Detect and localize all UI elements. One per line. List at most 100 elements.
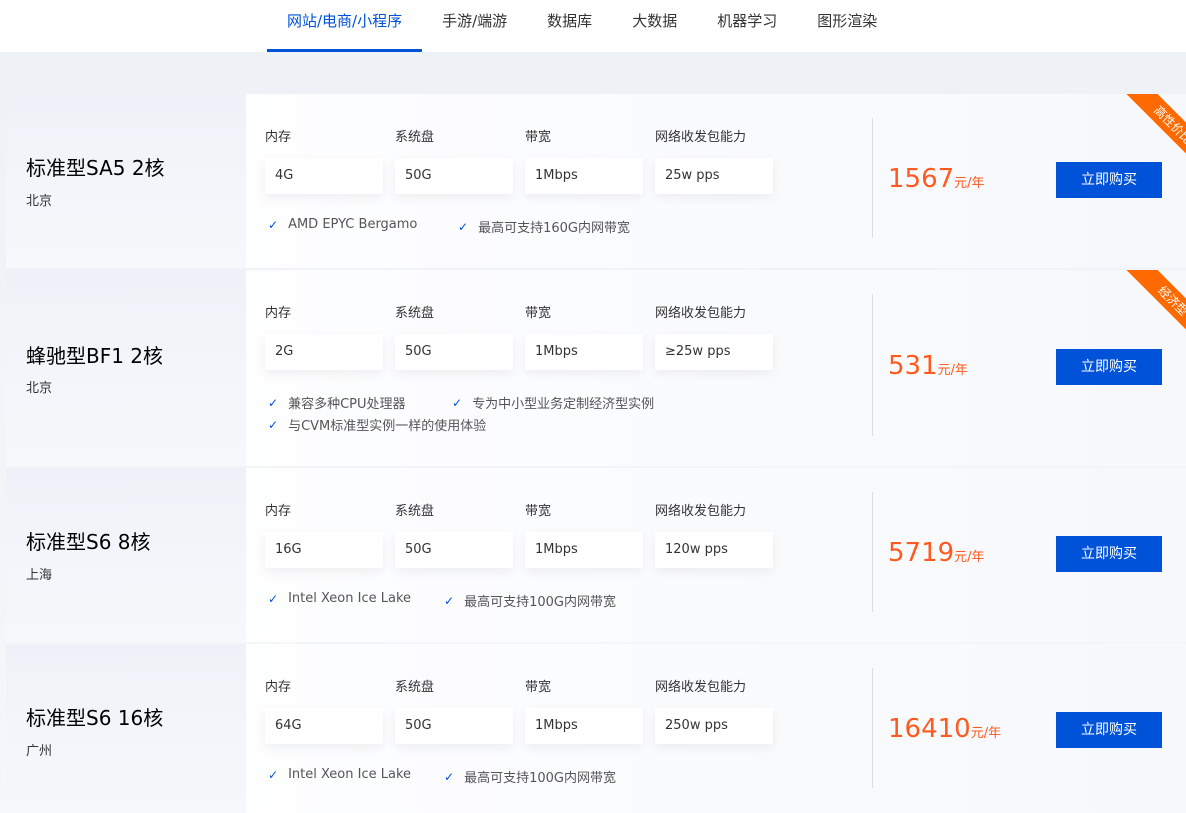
price-value: 16410	[888, 714, 971, 744]
tag-label: 高性价比	[1126, 94, 1186, 168]
check-icon: ✓	[444, 593, 455, 608]
feature-item: ✓ 最高可支持100G内网带宽	[444, 767, 616, 787]
feature-text: Intel Xeon Ice Lake	[288, 767, 412, 782]
price: 16410元/年	[888, 714, 1001, 744]
product-card: 标准型S6 16核 广州 内存 系统盘 带宽 网络收发包能力 64G 50G 1…	[6, 644, 1186, 813]
product-region: 北京	[26, 381, 53, 396]
price: 1567元/年	[888, 164, 985, 194]
product-info: 标准型S6 16核 广州	[6, 644, 246, 813]
check-icon: ✓	[458, 219, 469, 234]
top-nav: 网站/电商/小程序 手游/端游 数据库 大数据 机器学习 图形渲染	[0, 0, 1186, 52]
bandwidth-label: 带宽	[525, 680, 552, 695]
feature-item: ✓ 兼容多种CPU处理器	[268, 393, 406, 413]
buy-now-button[interactable]: 立即购买	[1056, 349, 1162, 385]
bandwidth-label: 带宽	[525, 504, 552, 519]
product-name: 标准型S6 8核	[26, 530, 151, 554]
tab-big-data[interactable]: 大数据	[632, 0, 677, 52]
disk-value: 50G	[395, 158, 513, 194]
tag-ribbon: 经济型	[1112, 270, 1186, 344]
pps-label: 网络收发包能力	[655, 504, 747, 519]
product-name: 标准型S6 16核	[26, 706, 164, 730]
memory-label: 内存	[265, 130, 292, 145]
tab-machine-learning[interactable]: 机器学习	[717, 0, 777, 52]
price-unit: 元/年	[954, 550, 985, 565]
feature-item: ✓ 与CVM标准型实例一样的使用体验	[268, 415, 487, 435]
tab-database[interactable]: 数据库	[547, 0, 592, 52]
product-region: 广州	[26, 744, 53, 759]
disk-label: 系统盘	[395, 130, 435, 145]
feature-item: ✓ AMD EPYC Bergamo	[268, 217, 417, 232]
pps-value: 120w pps	[655, 532, 773, 568]
disk-label: 系统盘	[395, 680, 435, 695]
tab-graphics-rendering[interactable]: 图形渲染	[817, 0, 877, 52]
pps-value: 250w pps	[655, 708, 773, 744]
product-info: 蜂驰型BF1 2核 北京	[6, 270, 246, 466]
feature-text: AMD EPYC Bergamo	[288, 217, 418, 232]
check-icon: ✓	[268, 591, 279, 606]
bandwidth-value: 1Mbps	[525, 334, 643, 370]
pps-label: 网络收发包能力	[655, 306, 747, 321]
product-card: 蜂驰型BF1 2核 北京 内存 系统盘 带宽 网络收发包能力 2G 50G 1M…	[6, 270, 1186, 466]
memory-value: 2G	[265, 334, 383, 370]
check-icon: ✓	[268, 417, 279, 432]
price: 531元/年	[888, 351, 968, 381]
category-tabs: 网站/电商/小程序 手游/端游 数据库 大数据 机器学习 图形渲染	[267, 0, 917, 52]
pps-label: 网络收发包能力	[655, 680, 747, 695]
buy-now-button[interactable]: 立即购买	[1056, 712, 1162, 748]
feature-text: 最高可支持100G内网带宽	[464, 771, 616, 786]
product-card: 标准型SA5 2核 北京 内存 系统盘 带宽 网络收发包能力 4G 50G 1M…	[6, 94, 1186, 268]
price-unit: 元/年	[970, 726, 1002, 741]
feature-item: ✓ 专为中小型业务定制经济型实例	[452, 393, 655, 413]
product-card: 标准型S6 8核 上海 内存 系统盘 带宽 网络收发包能力 16G 50G 1M…	[6, 468, 1186, 642]
bandwidth-value: 1Mbps	[525, 708, 643, 744]
feature-text: 最高可支持100G内网带宽	[464, 595, 616, 610]
product-name: 蜂驰型BF1 2核	[26, 344, 164, 368]
disk-value: 50G	[395, 334, 513, 370]
buy-now-button[interactable]: 立即购买	[1056, 536, 1162, 572]
feature-item: ✓ 最高可支持160G内网带宽	[458, 217, 630, 237]
tab-mobile-games[interactable]: 手游/端游	[442, 0, 507, 52]
tag-ribbon: 高性价比	[1112, 94, 1186, 168]
memory-value: 16G	[265, 532, 383, 568]
pps-label: 网络收发包能力	[655, 130, 747, 145]
price-unit: 元/年	[954, 176, 985, 191]
disk-label: 系统盘	[395, 504, 435, 519]
product-info: 标准型S6 8核 上海	[6, 468, 246, 642]
bandwidth-value: 1Mbps	[525, 532, 643, 568]
memory-label: 内存	[265, 680, 292, 695]
bandwidth-label: 带宽	[525, 130, 552, 145]
memory-label: 内存	[265, 306, 292, 321]
check-icon: ✓	[452, 395, 463, 410]
pps-value: ≥25w pps	[655, 334, 773, 370]
product-region: 北京	[26, 194, 53, 209]
memory-label: 内存	[265, 504, 292, 519]
product-name: 标准型SA5 2核	[26, 156, 165, 180]
feature-item: ✓ 最高可支持100G内网带宽	[444, 591, 616, 611]
check-icon: ✓	[444, 769, 455, 784]
disk-value: 50G	[395, 708, 513, 744]
divider	[872, 118, 873, 238]
product-region: 上海	[26, 568, 53, 583]
check-icon: ✓	[268, 395, 279, 410]
memory-value: 4G	[265, 158, 383, 194]
memory-value: 64G	[265, 708, 383, 744]
feature-text: 专为中小型业务定制经济型实例	[472, 397, 655, 412]
divider	[872, 668, 873, 788]
product-list: 标准型SA5 2核 北京 内存 系统盘 带宽 网络收发包能力 4G 50G 1M…	[0, 52, 1186, 813]
price-value: 5719	[888, 538, 955, 568]
feature-text: 兼容多种CPU处理器	[288, 397, 406, 412]
divider	[872, 492, 873, 612]
tab-website-ecommerce[interactable]: 网站/电商/小程序	[267, 0, 423, 52]
feature-text: 与CVM标准型实例一样的使用体验	[288, 419, 487, 434]
product-info: 标准型SA5 2核 北京	[6, 94, 246, 268]
price: 5719元/年	[888, 538, 985, 568]
tag-label: 经济型	[1126, 270, 1186, 344]
divider	[872, 294, 873, 436]
check-icon: ✓	[268, 217, 279, 232]
check-icon: ✓	[268, 767, 279, 782]
pps-value: 25w pps	[655, 158, 773, 194]
feature-item: ✓ Intel Xeon Ice Lake	[268, 591, 411, 606]
disk-value: 50G	[395, 532, 513, 568]
price-value: 531	[888, 351, 938, 381]
bandwidth-label: 带宽	[525, 306, 552, 321]
